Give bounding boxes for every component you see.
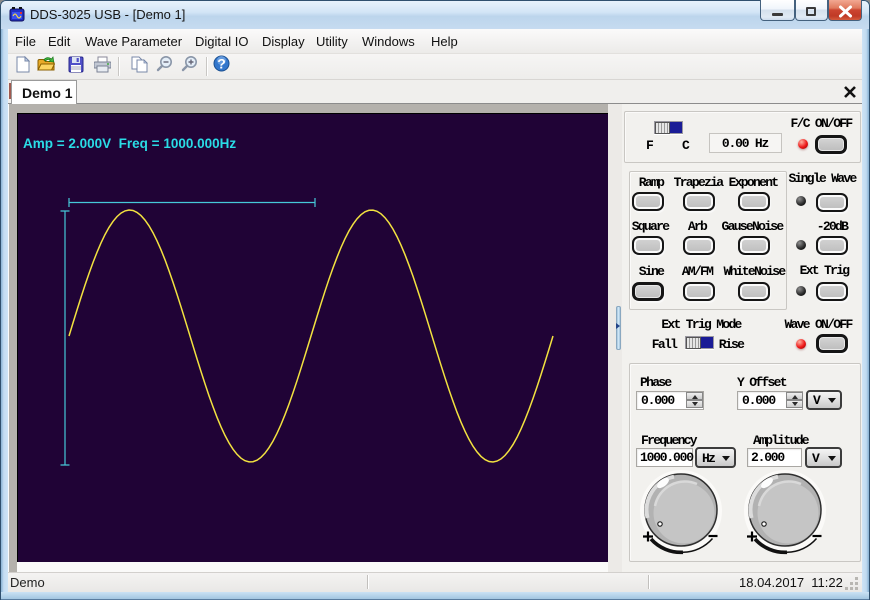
svg-text:?: ? [217, 56, 226, 72]
